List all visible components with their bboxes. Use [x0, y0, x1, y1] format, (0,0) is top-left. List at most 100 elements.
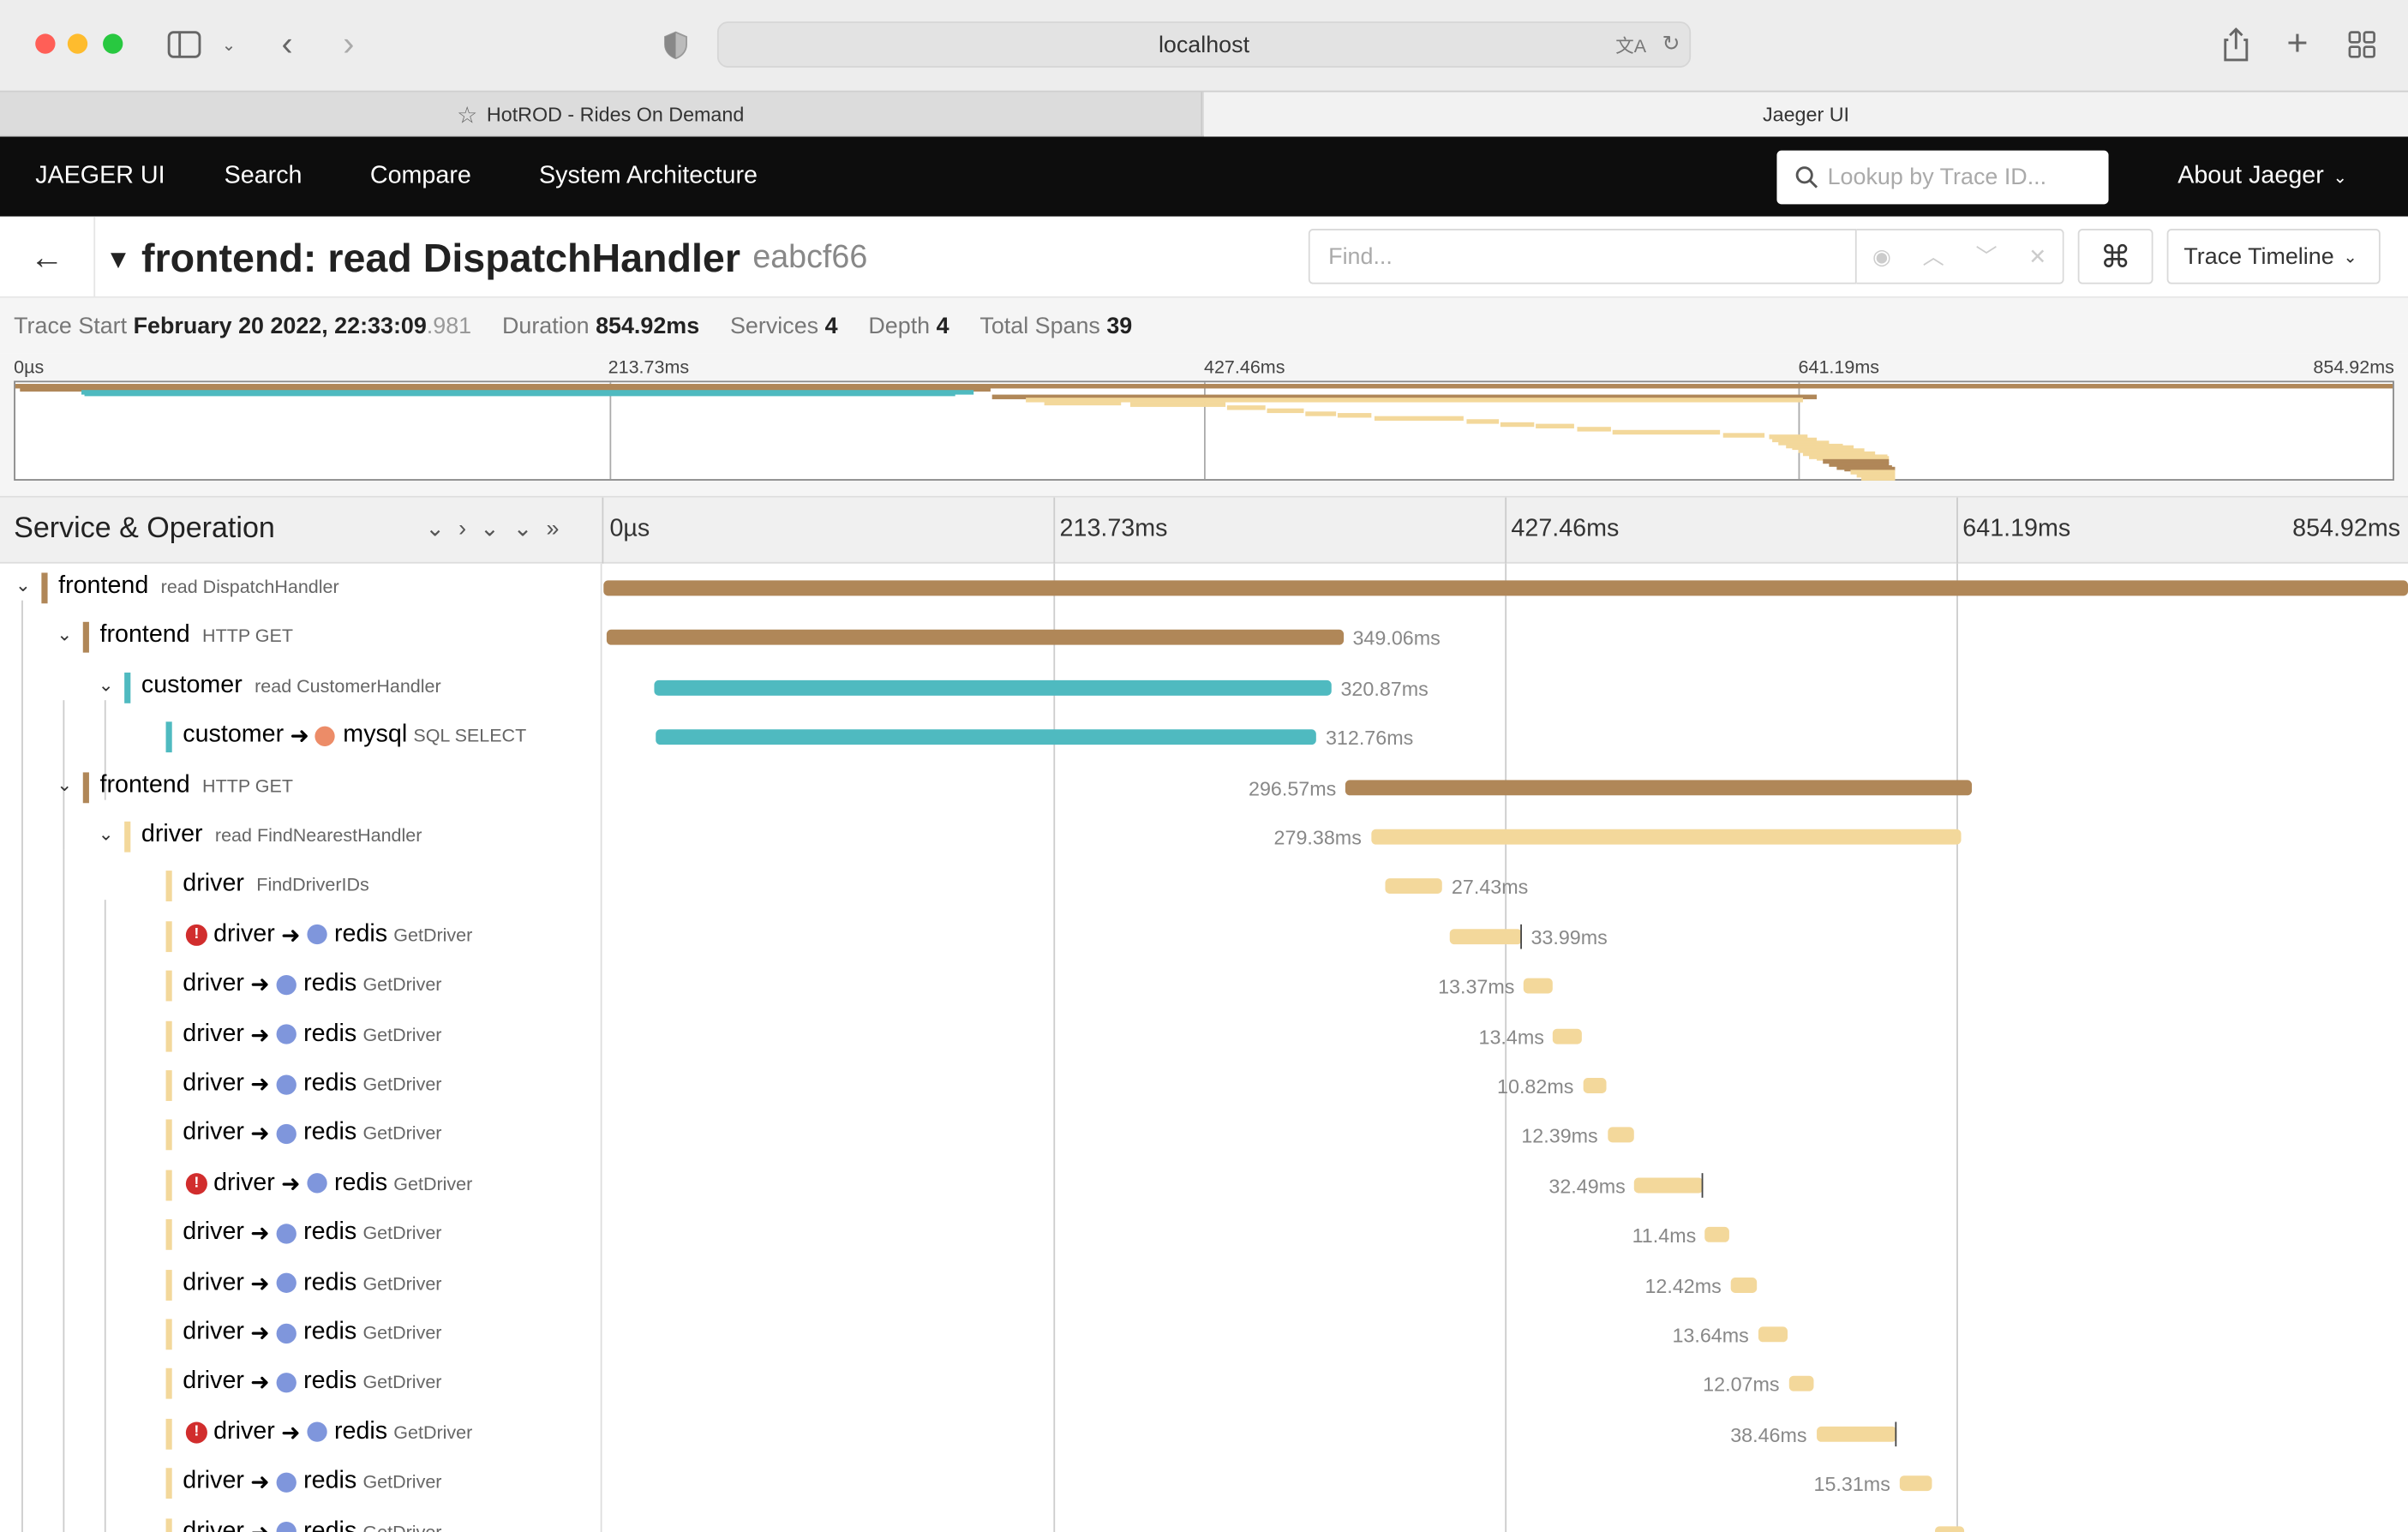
span-row[interactable]: driver➜redisGetDriver [0, 1011, 602, 1061]
service-name: driver [183, 871, 244, 898]
span-row[interactable]: ⌄ frontend HTTP GET [0, 763, 602, 812]
minimize-window-button[interactable] [67, 33, 88, 54]
tab-jaeger-label: Jaeger UI [1762, 103, 1850, 126]
translate-icon[interactable]: 文A [1615, 33, 1646, 58]
trace-id-lookup-input[interactable]: Lookup by Trace ID... [1776, 150, 2109, 205]
span-bar[interactable] [606, 630, 1344, 646]
chevron-down-icon[interactable]: ⌄ [217, 25, 242, 65]
span-row[interactable]: driver➜redisGetDriver [0, 961, 602, 1011]
span-bar[interactable] [1730, 1277, 1758, 1293]
span-row[interactable]: driver➜redisGetDriver [0, 1360, 602, 1409]
nav-compare[interactable]: Compare [370, 136, 471, 216]
find-input[interactable]: Find... [1308, 229, 1857, 284]
column-divider[interactable] [602, 497, 604, 564]
span-bar[interactable] [1899, 1475, 1932, 1492]
back-arrow-icon[interactable]: ← [0, 216, 96, 298]
expand-caret-icon[interactable]: ⌄ [95, 823, 117, 845]
brand-link[interactable]: JAEGER UI [35, 136, 165, 216]
span-row[interactable]: driver➜redisGetDriver [0, 1509, 602, 1532]
arrow-right-icon: ➜ [250, 1320, 270, 1347]
span-row[interactable]: ! driver ➜ redis GetDriver [0, 1409, 602, 1459]
back-nav-icon[interactable]: ‹ [270, 25, 303, 65]
collapse-chevron-icon[interactable]: ▾ [111, 239, 126, 278]
expand-caret-icon[interactable]: ⌄ [95, 673, 117, 695]
span-row[interactable]: ! driver ➜ redis GetDriver [0, 912, 602, 961]
nav-search[interactable]: Search [225, 136, 302, 216]
next-match-icon[interactable]: ﹀ [1975, 241, 1997, 272]
sidebar-toggle-icon[interactable] [165, 25, 205, 65]
error-icon: ! [185, 924, 207, 946]
minimap-span-line [1374, 416, 1465, 422]
span-label: driver➜ redisGetDriver [183, 1319, 441, 1346]
span-row[interactable]: driver➜redisGetDriver [0, 1260, 602, 1310]
expand-caret-icon[interactable]: ⌄ [54, 773, 75, 794]
span-bar[interactable] [1934, 1525, 1964, 1532]
view-select[interactable]: Trace Timeline ⌄ [2166, 229, 2381, 284]
span-row[interactable]: customer ➜ mysql SQL SELECT [0, 713, 602, 763]
trace-page-header: ← ▾ frontend: read DispatchHandler eabcf… [0, 216, 2408, 298]
span-label: customer ➜ mysql SQL SELECT [183, 722, 526, 750]
span-bar[interactable] [1704, 1227, 1730, 1243]
minimap-tick-label: 213.73ms [608, 356, 690, 378]
span-row[interactable]: ⌄ frontend HTTP GET [0, 613, 602, 663]
span-row[interactable]: ! driver ➜ redis GetDriver [0, 1160, 602, 1210]
span-bar[interactable] [1384, 878, 1443, 895]
span-bar[interactable] [1758, 1326, 1788, 1343]
span-bar[interactable] [1634, 1177, 1704, 1194]
span-bar[interactable] [603, 580, 2408, 596]
span-label: driver➜ redisGetDriver [183, 1070, 441, 1098]
span-bar[interactable] [1553, 1027, 1582, 1044]
expand-caret-icon[interactable]: ⌄ [54, 624, 75, 645]
span-bar[interactable] [1583, 1078, 1606, 1093]
zoom-window-button[interactable] [103, 33, 123, 54]
span-row[interactable]: ⌄ frontend read DispatchHandler [0, 564, 602, 613]
arrow-right-icon: ➜ [250, 1518, 270, 1532]
tab-overview-icon[interactable] [2344, 25, 2381, 65]
span-bar[interactable] [1370, 829, 1961, 845]
expand-collapse-controls[interactable]: ⌄›⌄⌄» [425, 514, 572, 542]
expand-caret-icon[interactable]: ⌄ [12, 574, 33, 595]
close-window-button[interactable] [35, 33, 56, 54]
span-row[interactable]: driver➜redisGetDriver [0, 1061, 602, 1110]
trace-minimap[interactable]: 0µs 213.73ms 427.46ms 641.19ms 854.92ms [0, 353, 2408, 498]
shield-icon[interactable] [657, 25, 694, 65]
span-row[interactable]: driver➜redisGetDriver [0, 1310, 602, 1360]
tick-label: 427.46ms [1511, 516, 1620, 542]
forward-nav-icon[interactable]: › [332, 25, 365, 65]
span-row[interactable]: driver➜redisGetDriver [0, 1459, 602, 1509]
span-bar[interactable] [1449, 928, 1522, 944]
share-icon[interactable] [2216, 25, 2256, 65]
start-label: Trace Start [14, 312, 128, 339]
locate-icon[interactable]: ◉ [1872, 243, 1891, 269]
minimap-span-line [1305, 410, 1336, 416]
span-bar[interactable] [1607, 1128, 1633, 1144]
span-bar[interactable] [1816, 1426, 1897, 1442]
span-bar[interactable] [656, 729, 1317, 745]
span-bar[interactable] [1788, 1376, 1815, 1392]
minimap-canvas[interactable] [14, 380, 2394, 481]
about-jaeger-menu[interactable]: About Jaeger ⌄ [2177, 136, 2347, 216]
span-row[interactable]: ⌄ driver read FindNearestHandler [0, 812, 602, 862]
new-tab-icon[interactable]: + [2280, 23, 2314, 64]
tab-hotrod[interactable]: ☆ HotROD - Rides On Demand [0, 92, 1203, 137]
service-color-bar [82, 622, 89, 654]
span-row[interactable]: driver➜redisGetDriver [0, 1110, 602, 1160]
span-bar[interactable] [654, 679, 1332, 696]
error-icon: ! [185, 1172, 207, 1194]
span-row[interactable]: ⌄ customer read CustomerHandler [0, 663, 602, 713]
nav-system-architecture[interactable]: System Architecture [539, 136, 758, 216]
span-label: frontend HTTP GET [99, 772, 293, 799]
reload-icon[interactable]: ↻ [1662, 31, 1680, 57]
address-bar[interactable]: localhost 文A ↻ [716, 21, 1692, 68]
tick-gridline [1053, 497, 1056, 564]
span-row[interactable]: driver FindDriverIDs [0, 862, 602, 912]
keyboard-shortcuts-button[interactable]: ⌘ [2077, 229, 2153, 284]
span-bar[interactable] [1524, 978, 1553, 994]
clear-find-icon[interactable]: ✕ [2028, 243, 2046, 269]
prev-match-icon[interactable]: ︿ [1923, 241, 1944, 272]
trace-title[interactable]: ▾ frontend: read DispatchHandler eabcf66 [111, 232, 867, 284]
span-bar[interactable] [1345, 779, 1972, 795]
span-row[interactable]: driver➜redisGetDriver [0, 1211, 602, 1260]
minimap-span-line [1130, 402, 1225, 408]
tab-jaeger-ui[interactable]: Jaeger UI [1204, 92, 2408, 137]
